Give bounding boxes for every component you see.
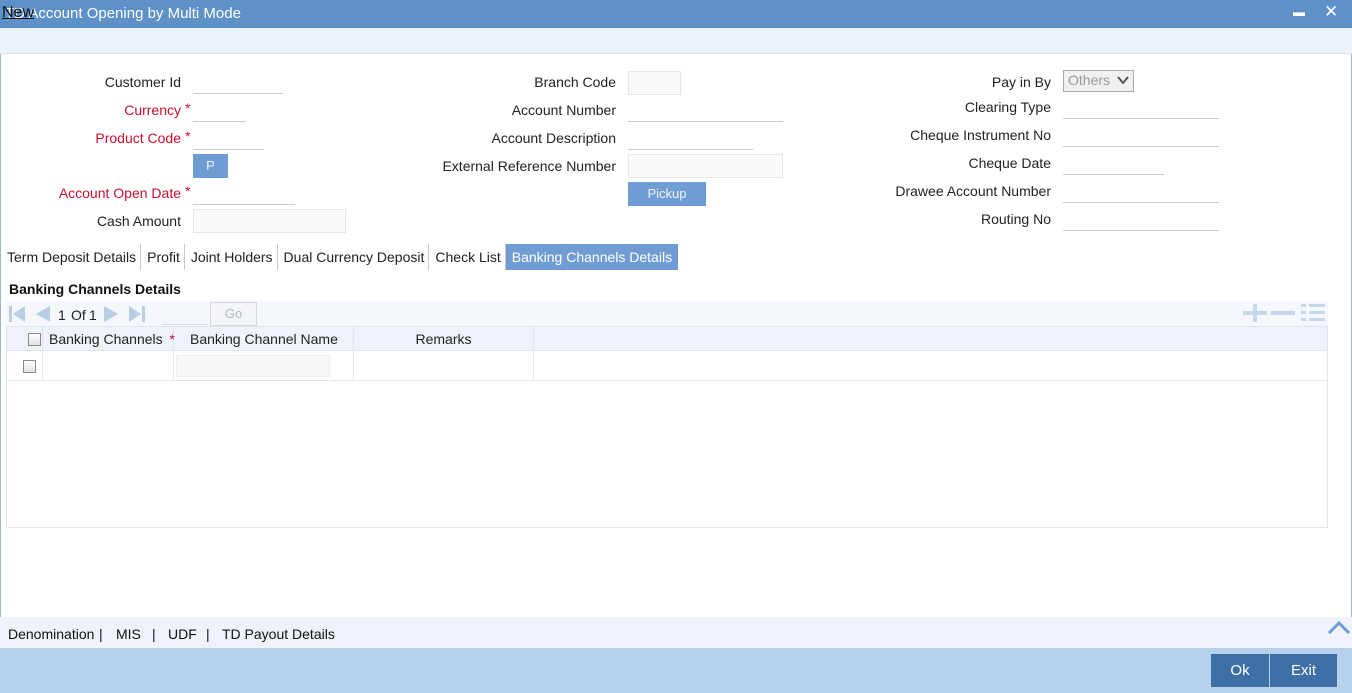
banking-channels-grid: Banking Channels * Banking Channel Name … xyxy=(6,326,1328,528)
tab-joint-holders[interactable]: Joint Holders xyxy=(185,244,278,270)
page-number-input[interactable] xyxy=(162,303,208,325)
external-reference-number-field[interactable] xyxy=(628,154,783,178)
account-description-field[interactable] xyxy=(628,126,753,150)
select-all-cell xyxy=(7,327,43,351)
total-pages: 1 xyxy=(89,307,97,323)
td-payout-details-link[interactable]: TD Payout Details xyxy=(222,626,335,642)
last-page-icon[interactable] xyxy=(127,304,147,324)
account-number-label: Account Number xyxy=(511,102,616,118)
pay-in-by-label: Pay in By xyxy=(991,74,1051,90)
currency-field[interactable] xyxy=(193,98,246,122)
currency-required-marker: * xyxy=(185,100,191,116)
table-row xyxy=(7,352,1327,381)
remarks-cell-input[interactable] xyxy=(354,352,534,380)
tab-check-list[interactable]: Check List xyxy=(429,244,506,270)
product-code-field[interactable] xyxy=(193,126,264,150)
col-banking-channel-name: Banking Channel Name xyxy=(174,327,354,351)
row-select-checkbox[interactable] xyxy=(23,360,36,373)
udf-link[interactable]: UDF xyxy=(168,626,197,642)
grid-header: Banking Channels * Banking Channel Name … xyxy=(7,327,1327,351)
cash-amount-field[interactable] xyxy=(193,209,346,233)
tab-profit[interactable]: Profit xyxy=(141,244,185,270)
branch-code-label: Branch Code xyxy=(534,74,616,90)
product-code-required-marker: * xyxy=(185,128,191,144)
menu-bar xyxy=(0,28,1352,54)
footer-separator: | xyxy=(152,626,156,642)
clearing-type-label: Clearing Type xyxy=(964,99,1051,115)
routing-no-field[interactable] xyxy=(1063,207,1219,231)
page-of-label: Of xyxy=(71,307,86,323)
window-title: TD Account Opening by Multi Mode xyxy=(5,5,241,22)
col-remarks: Remarks xyxy=(354,327,534,351)
delete-row-icon[interactable] xyxy=(1270,304,1296,322)
tab-bar: Term Deposit Details Profit Joint Holder… xyxy=(3,244,679,270)
footer-link-bar xyxy=(0,617,1352,648)
window-title-bar: TD Account Opening by Multi Mode xyxy=(0,0,1352,28)
current-page: 1 xyxy=(58,307,66,323)
exit-button[interactable]: Exit xyxy=(1270,654,1337,687)
product-code-label: Product Code xyxy=(95,130,181,146)
ok-button[interactable]: Ok xyxy=(1211,654,1269,687)
col-banking-channels: Banking Channels * xyxy=(43,327,175,351)
external-reference-number-label: External Reference Number xyxy=(442,158,616,174)
banking-channel-name-cell-input xyxy=(176,355,330,377)
currency-label: Currency xyxy=(124,102,181,118)
cheque-date-field[interactable] xyxy=(1063,151,1164,175)
customer-id-label: Customer Id xyxy=(104,74,181,90)
pay-in-by-select[interactable]: Others xyxy=(1063,70,1134,92)
pay-in-by-value: Others xyxy=(1068,72,1111,88)
tab-term-deposit-details[interactable]: Term Deposit Details xyxy=(3,244,142,270)
product-lov-button[interactable]: P xyxy=(193,154,228,178)
drawee-account-number-label: Drawee Account Number xyxy=(895,183,1051,199)
tab-dual-currency-deposit[interactable]: Dual Currency Deposit xyxy=(278,244,430,270)
branch-code-field[interactable] xyxy=(628,71,681,95)
next-page-icon[interactable] xyxy=(102,304,122,324)
denomination-link[interactable]: Denomination xyxy=(8,626,94,642)
col-banking-channels-label: Banking Channels xyxy=(49,331,163,347)
section-title: Banking Channels Details xyxy=(9,281,181,297)
account-description-label: Account Description xyxy=(491,130,616,146)
cheque-instrument-no-field[interactable] xyxy=(1063,123,1219,147)
cheque-instrument-no-label: Cheque Instrument No xyxy=(910,127,1051,143)
customer-id-field[interactable] xyxy=(193,70,283,94)
first-page-icon[interactable] xyxy=(7,304,27,324)
banking-channels-cell-input[interactable] xyxy=(43,352,174,380)
chevron-up-icon[interactable] xyxy=(1327,619,1351,635)
pickup-button[interactable]: Pickup xyxy=(628,182,706,206)
cash-amount-label: Cash Amount xyxy=(96,213,181,229)
account-number-field[interactable] xyxy=(628,98,783,122)
add-row-icon[interactable] xyxy=(1242,304,1268,322)
banking-channel-name-cell xyxy=(174,352,354,380)
minimize-icon[interactable]: ▬ xyxy=(1293,6,1305,18)
bottom-action-bar xyxy=(0,648,1352,693)
account-open-date-field[interactable] xyxy=(193,181,295,205)
chevron-down-icon xyxy=(1117,76,1129,85)
footer-separator: | xyxy=(99,626,103,642)
single-view-icon[interactable] xyxy=(1300,303,1326,323)
routing-no-label: Routing No xyxy=(980,211,1051,227)
close-icon[interactable]: ✕ xyxy=(1324,3,1338,20)
footer-separator: | xyxy=(206,626,210,642)
tab-banking-channels-details[interactable]: Banking Channels Details xyxy=(505,244,679,270)
cheque-date-label: Cheque Date xyxy=(968,155,1051,171)
go-button[interactable]: Go xyxy=(210,302,257,326)
account-open-date-required-marker: * xyxy=(185,183,191,199)
row-select-cell xyxy=(7,352,43,380)
clearing-type-field[interactable] xyxy=(1063,95,1219,119)
drawee-account-number-field[interactable] xyxy=(1063,179,1219,203)
mis-link[interactable]: MIS xyxy=(116,626,141,642)
select-all-checkbox[interactable] xyxy=(28,333,41,346)
new-menu-item[interactable]: New xyxy=(2,4,34,22)
account-open-date-label: Account Open Date xyxy=(58,185,181,201)
previous-page-icon[interactable] xyxy=(32,304,52,324)
